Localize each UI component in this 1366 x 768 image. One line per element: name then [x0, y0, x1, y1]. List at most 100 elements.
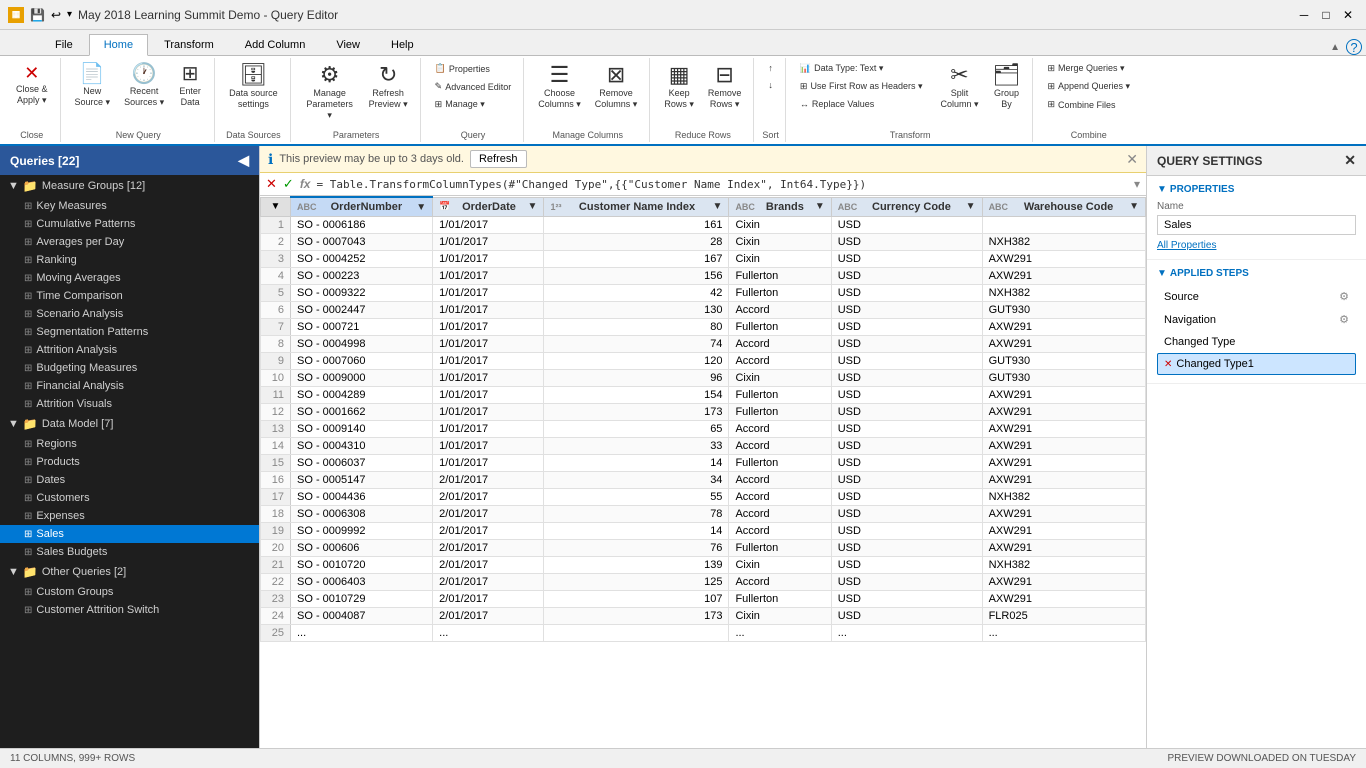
sidebar-item-expenses[interactable]: ⊞ Expenses [0, 507, 259, 525]
col-header-warehouse-code[interactable]: ABC Warehouse Code ▼ [982, 197, 1145, 217]
collapse-steps-icon[interactable]: ▼ [1157, 268, 1167, 279]
data-source-settings-button[interactable]: 🗄 Data sourcesettings [223, 60, 284, 114]
group-by-button[interactable]: 🗂 GroupBy [987, 60, 1027, 114]
append-queries-button[interactable]: ⊞ Append Queries ▾ [1041, 78, 1136, 95]
sidebar-item-dates[interactable]: ⊞ Dates [0, 471, 259, 489]
qs-step-navigation[interactable]: Navigation ⚙ [1157, 308, 1356, 331]
cni-filter-icon[interactable]: ▼ [713, 201, 723, 212]
sidebar-item-customer-attrition-switch[interactable]: ⊞ Customer Attrition Switch [0, 601, 259, 619]
order-date-filter-icon[interactable]: ▼ [528, 201, 538, 212]
sidebar-item-ranking[interactable]: ⊞ Ranking [0, 251, 259, 269]
new-source-button[interactable]: 📄 NewSource ▾ [69, 60, 117, 112]
table-row[interactable]: 24SO - 00040872/01/2017173CixinUSDFLR025 [261, 608, 1146, 625]
table-row[interactable]: 16SO - 00051472/01/201734AccordUSDAXW291 [261, 472, 1146, 489]
all-properties-link[interactable]: All Properties [1157, 240, 1216, 251]
refresh-preview-button[interactable]: ↻ RefreshPreview ▾ [363, 60, 414, 114]
advanced-editor-button[interactable]: ✎ Advanced Editor [429, 78, 518, 95]
sidebar-item-products[interactable]: ⊞ Products [0, 453, 259, 471]
col-header-brands[interactable]: ABC Brands ▼ [729, 197, 831, 217]
manage-button[interactable]: ⊞ Manage ▾ [429, 96, 518, 113]
save-icon[interactable]: 💾 [30, 8, 45, 22]
table-row[interactable]: 14SO - 00043101/01/201733AccordUSDAXW291 [261, 438, 1146, 455]
keep-rows-button[interactable]: ▦ KeepRows ▾ [658, 60, 700, 114]
table-row[interactable]: 11SO - 00042891/01/2017154FullertonUSDAX… [261, 387, 1146, 404]
table-row[interactable]: 9SO - 00070601/01/2017120AccordUSDGUT930 [261, 353, 1146, 370]
confirm-icon[interactable]: ✓ [283, 176, 294, 192]
replace-values-button[interactable]: ↔ Replace Values [794, 96, 929, 112]
sidebar-item-key-measures[interactable]: ⊞ Key Measures [0, 197, 259, 215]
qs-step-changed-type[interactable]: Changed Type [1157, 331, 1356, 353]
table-row[interactable]: 21SO - 00107202/01/2017139CixinUSDNXH382 [261, 557, 1146, 574]
sidebar-item-sales-budgets[interactable]: ⊞ Sales Budgets [0, 543, 259, 561]
sidebar-item-averages-per-day[interactable]: ⊞ Averages per Day [0, 233, 259, 251]
split-column-button[interactable]: ✂ SplitColumn ▾ [935, 60, 985, 114]
sidebar-item-cumulative-patterns[interactable]: ⊞ Cumulative Patterns [0, 215, 259, 233]
warehouse-filter-icon[interactable]: ▼ [1129, 201, 1139, 212]
tab-help[interactable]: Help [376, 34, 429, 55]
sidebar-group-header-data-model[interactable]: ▼ 📁 Data Model [7] [0, 413, 259, 435]
brands-filter-icon[interactable]: ▼ [815, 201, 825, 212]
table-row[interactable]: 5SO - 00093221/01/201742FullertonUSDNXH3… [261, 285, 1146, 302]
close-banner-icon[interactable]: ✕ [1126, 151, 1138, 168]
undo-icon[interactable]: ↩ [51, 8, 61, 22]
data-grid-container[interactable]: ▼ ABC OrderNumber ▼ 📅 [260, 196, 1146, 748]
tab-transform[interactable]: Transform [149, 34, 229, 55]
collapse-icon[interactable]: ▼ [1157, 184, 1167, 195]
table-row[interactable]: 22SO - 00064032/01/2017125AccordUSDAXW29… [261, 574, 1146, 591]
dropdown-arrow[interactable]: ▾ [67, 9, 72, 20]
manage-parameters-button[interactable]: ⚙ ManageParameters ▾ [299, 60, 361, 124]
ribbon-up-arrow[interactable]: ▲ [1330, 42, 1340, 53]
tab-add-column[interactable]: Add Column [230, 34, 321, 55]
table-row[interactable]: 8SO - 00049981/01/201774AccordUSDAXW291 [261, 336, 1146, 353]
data-type-button[interactable]: 📊 Data Type: Text ▾ [794, 60, 929, 77]
table-row[interactable]: 23SO - 00107292/01/2017107FullertonUSDAX… [261, 591, 1146, 608]
table-row[interactable]: 13SO - 00091401/01/201765AccordUSDAXW291 [261, 421, 1146, 438]
help-icon[interactable]: ? [1346, 39, 1362, 55]
table-row[interactable]: 1SO - 00061861/01/2017161CixinUSD [261, 217, 1146, 234]
properties-button[interactable]: 📋 Properties [429, 60, 518, 77]
qs-step-source[interactable]: Source ⚙ [1157, 285, 1356, 308]
combine-files-button[interactable]: ⊞ Combine Files [1041, 96, 1136, 113]
col-header-currency-code[interactable]: ABC Currency Code ▼ [831, 197, 982, 217]
sidebar-item-time-comparison[interactable]: ⊞ Time Comparison [0, 287, 259, 305]
step-source-gear[interactable]: ⚙ [1339, 290, 1349, 303]
step-navigation-gear[interactable]: ⚙ [1339, 313, 1349, 326]
merge-queries-button[interactable]: ⊞ Merge Queries ▾ [1041, 60, 1136, 77]
first-row-header-button[interactable]: ⊞ Use First Row as Headers ▾ [794, 78, 929, 95]
cancel-icon[interactable]: ✕ [266, 176, 277, 192]
table-row[interactable]: 10SO - 00090001/01/201796CixinUSDGUT930 [261, 370, 1146, 387]
sidebar-item-sales[interactable]: ⊞ Sales [0, 525, 259, 543]
sidebar-item-scenario-analysis[interactable]: ⊞ Scenario Analysis [0, 305, 259, 323]
sidebar-group-header-measure-groups[interactable]: ▼ 📁 Measure Groups [12] [0, 175, 259, 197]
col-header-order-date[interactable]: 📅 OrderDate ▼ [433, 197, 544, 217]
tab-view[interactable]: View [321, 34, 375, 55]
sidebar-item-attrition-visuals[interactable]: ⊞ Attrition Visuals [0, 395, 259, 413]
sidebar-item-custom-groups[interactable]: ⊞ Custom Groups [0, 583, 259, 601]
close-button[interactable]: ✕ [1338, 5, 1358, 25]
sidebar-item-financial-analysis[interactable]: ⊞ Financial Analysis [0, 377, 259, 395]
sidebar-item-budgeting-measures[interactable]: ⊞ Budgeting Measures [0, 359, 259, 377]
table-row[interactable]: 25............... [261, 625, 1146, 642]
remove-rows-button[interactable]: ⊟ RemoveRows ▾ [702, 60, 748, 114]
sidebar-item-regions[interactable]: ⊞ Regions [0, 435, 259, 453]
table-row[interactable]: 6SO - 00024471/01/2017130AccordUSDGUT930 [261, 302, 1146, 319]
col-header-customer-name-index[interactable]: 1²³ Customer Name Index ▼ [544, 197, 729, 217]
sidebar-item-customers[interactable]: ⊞ Customers [0, 489, 259, 507]
sidebar-item-segmentation-patterns[interactable]: ⊞ Segmentation Patterns [0, 323, 259, 341]
table-row[interactable]: 19SO - 00099922/01/201714AccordUSDAXW291 [261, 523, 1146, 540]
formula-input[interactable] [316, 178, 1127, 191]
choose-columns-button[interactable]: ☰ ChooseColumns ▾ [532, 60, 587, 114]
close-apply-button[interactable]: ✕ Close &Apply ▾ [10, 60, 54, 110]
close-query-settings-icon[interactable]: ✕ [1344, 152, 1356, 169]
order-number-filter-icon[interactable]: ▼ [416, 202, 426, 213]
table-row[interactable]: 17SO - 00044362/01/201755AccordUSDNXH382 [261, 489, 1146, 506]
currency-filter-icon[interactable]: ▼ [966, 201, 976, 212]
maximize-button[interactable]: □ [1316, 5, 1336, 25]
table-row[interactable]: 7SO - 0007211/01/201780FullertonUSDAXW29… [261, 319, 1146, 336]
sidebar-item-moving-averages[interactable]: ⊞ Moving Averages [0, 269, 259, 287]
formula-expand-icon[interactable]: ▾ [1134, 177, 1140, 191]
tab-file[interactable]: File [40, 34, 88, 55]
table-row[interactable]: 18SO - 00063082/01/201778AccordUSDAXW291 [261, 506, 1146, 523]
qs-step-changed-type1[interactable]: ✕ Changed Type1 [1157, 353, 1356, 375]
col-header-order-number[interactable]: ABC OrderNumber ▼ [291, 197, 433, 217]
